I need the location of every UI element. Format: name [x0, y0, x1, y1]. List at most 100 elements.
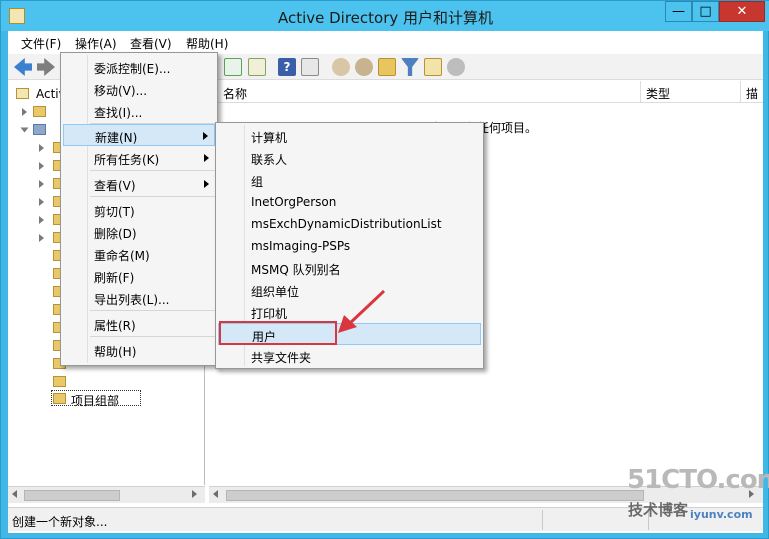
scroll-thumb[interactable] — [24, 490, 120, 501]
scroll-thumb[interactable] — [226, 490, 644, 501]
find-icon[interactable] — [424, 58, 442, 76]
column-description[interactable]: 描 — [746, 85, 758, 102]
menu-item-label: 共享文件夹 — [251, 351, 312, 365]
close-button[interactable]: ✕ — [719, 1, 765, 22]
menu-item-label: 剪切(T) — [94, 205, 135, 219]
menu-item-delegate-control[interactable]: 委派控制(E)... — [63, 56, 215, 78]
column-name[interactable]: 名称 — [223, 85, 247, 102]
maximize-button[interactable]: □ — [692, 1, 719, 22]
menu-item-label: 属性(R) — [94, 319, 136, 333]
column-type[interactable]: 类型 — [646, 85, 670, 102]
menu-item-export-list[interactable]: 导出列表(L)... — [63, 287, 215, 309]
menu-item-label: 刷新(F) — [94, 271, 135, 285]
menu-item-label: 组 — [251, 175, 264, 189]
menu-item-label: InetOrgPerson — [251, 195, 337, 209]
new-shared-folder[interactable]: 共享文件夹 — [218, 345, 481, 367]
new-contact[interactable]: 联系人 — [218, 147, 481, 169]
list-header: 名称 类型 描 — [209, 81, 763, 103]
menu-item-rename[interactable]: 重命名(M) — [63, 243, 215, 265]
collapse-icon[interactable] — [20, 127, 29, 133]
folder-icon — [53, 376, 66, 387]
add-to-group-icon[interactable] — [447, 58, 465, 76]
properties-icon[interactable] — [301, 58, 319, 76]
column-divider[interactable] — [740, 81, 741, 103]
expand-icon[interactable] — [39, 180, 44, 188]
menu-item-label: msImaging-PSPs — [251, 239, 351, 253]
scroll-right-icon[interactable] — [192, 490, 197, 498]
domain-icon — [33, 124, 46, 135]
menu-item-help[interactable]: 帮助(H) — [63, 339, 215, 361]
expand-icon[interactable] — [39, 216, 44, 224]
refresh-icon[interactable] — [224, 58, 242, 76]
folder-icon — [33, 106, 46, 117]
menu-item-label: 组织单位 — [251, 285, 300, 299]
menu-item-label: 移动(V)... — [94, 84, 148, 98]
menu-item-label: 新建(N) — [95, 131, 138, 145]
focus-rectangle — [51, 390, 141, 406]
menu-item-view[interactable]: 查看(V) — [63, 173, 215, 195]
menu-action[interactable]: 操作(A) — [75, 35, 117, 52]
menu-file[interactable]: 文件(F) — [21, 35, 61, 52]
back-icon[interactable] — [14, 58, 32, 76]
submenu-arrow-icon — [203, 132, 208, 140]
expand-icon[interactable] — [39, 198, 44, 206]
menu-help[interactable]: 帮助(H) — [186, 35, 228, 52]
menu-item-new[interactable]: 新建(N) — [63, 124, 215, 146]
scroll-left-icon[interactable] — [213, 490, 218, 498]
column-divider[interactable] — [640, 81, 641, 103]
watermark-text: 技术博客 — [628, 501, 689, 519]
new-msexch-ddl[interactable]: msExchDynamicDistributionList — [218, 213, 481, 235]
annotation-arrow-icon — [338, 289, 386, 333]
menu-item-label: 所有任务(K) — [94, 153, 160, 167]
menu-item-properties[interactable]: 属性(R) — [63, 313, 215, 335]
menu-item-label: 查看(V) — [94, 179, 136, 193]
menu-view[interactable]: 查看(V) — [130, 35, 172, 52]
menu-item-all-tasks[interactable]: 所有任务(K) — [63, 147, 215, 169]
menu-item-label: 查找(I)... — [94, 106, 143, 120]
menu-item-label: MSMQ 队列别名 — [251, 263, 341, 277]
menu-bar: 文件(F) 操作(A) 查看(V) 帮助(H) — [8, 31, 763, 53]
menu-item-delete[interactable]: 删除(D) — [63, 221, 215, 243]
expand-icon[interactable] — [22, 108, 27, 116]
watermark-site: iyunv.com — [690, 508, 753, 521]
menu-item-label: 打印机 — [251, 307, 288, 321]
export-icon[interactable] — [248, 58, 266, 76]
status-text: 创建一个新对象... — [12, 515, 108, 529]
filter-icon[interactable] — [401, 58, 419, 76]
new-ou-icon[interactable] — [378, 58, 396, 76]
menu-item-find[interactable]: 查找(I)... — [63, 100, 215, 122]
window-title: Active Directory 用户和计算机 — [277, 9, 494, 27]
menu-item-label: msExchDynamicDistributionList — [251, 217, 442, 231]
menu-item-label: 委派控制(E)... — [94, 62, 171, 76]
expand-icon[interactable] — [39, 234, 44, 242]
new-inetorgperson[interactable]: InetOrgPerson — [218, 191, 481, 213]
status-divider — [542, 510, 543, 530]
help-icon[interactable]: ? — [278, 58, 296, 76]
submenu-arrow-icon — [204, 180, 209, 188]
menu-item-move[interactable]: 移动(V)... — [63, 78, 215, 100]
menu-separator — [90, 170, 215, 171]
annotation-box — [219, 321, 337, 345]
new-msimaging-psps[interactable]: msImaging-PSPs — [218, 235, 481, 257]
menu-item-cut[interactable]: 剪切(T) — [63, 199, 215, 221]
ad-root-icon — [16, 88, 29, 99]
new-user-icon[interactable] — [332, 58, 350, 76]
menu-separator — [90, 196, 215, 197]
menu-separator — [90, 336, 215, 337]
new-msmq-alias[interactable]: MSMQ 队列别名 — [218, 257, 481, 279]
expand-icon[interactable] — [39, 144, 44, 152]
forward-icon[interactable] — [37, 58, 55, 76]
minimize-button[interactable]: — — [665, 1, 692, 22]
new-computer[interactable]: 计算机 — [218, 125, 481, 147]
expand-icon[interactable] — [39, 162, 44, 170]
new-group[interactable]: 组 — [218, 169, 481, 191]
tree-hscrollbar[interactable] — [8, 486, 205, 503]
menu-item-refresh[interactable]: 刷新(F) — [63, 265, 215, 287]
menu-item-label: 联系人 — [251, 153, 288, 167]
menu-item-label: 帮助(H) — [94, 345, 137, 359]
menu-item-label: 计算机 — [251, 131, 288, 145]
new-group-icon[interactable] — [355, 58, 373, 76]
scroll-left-icon[interactable] — [12, 490, 17, 498]
title-bar[interactable]: Active Directory 用户和计算机 — □ ✕ — [1, 1, 769, 31]
submenu-arrow-icon — [204, 154, 209, 162]
